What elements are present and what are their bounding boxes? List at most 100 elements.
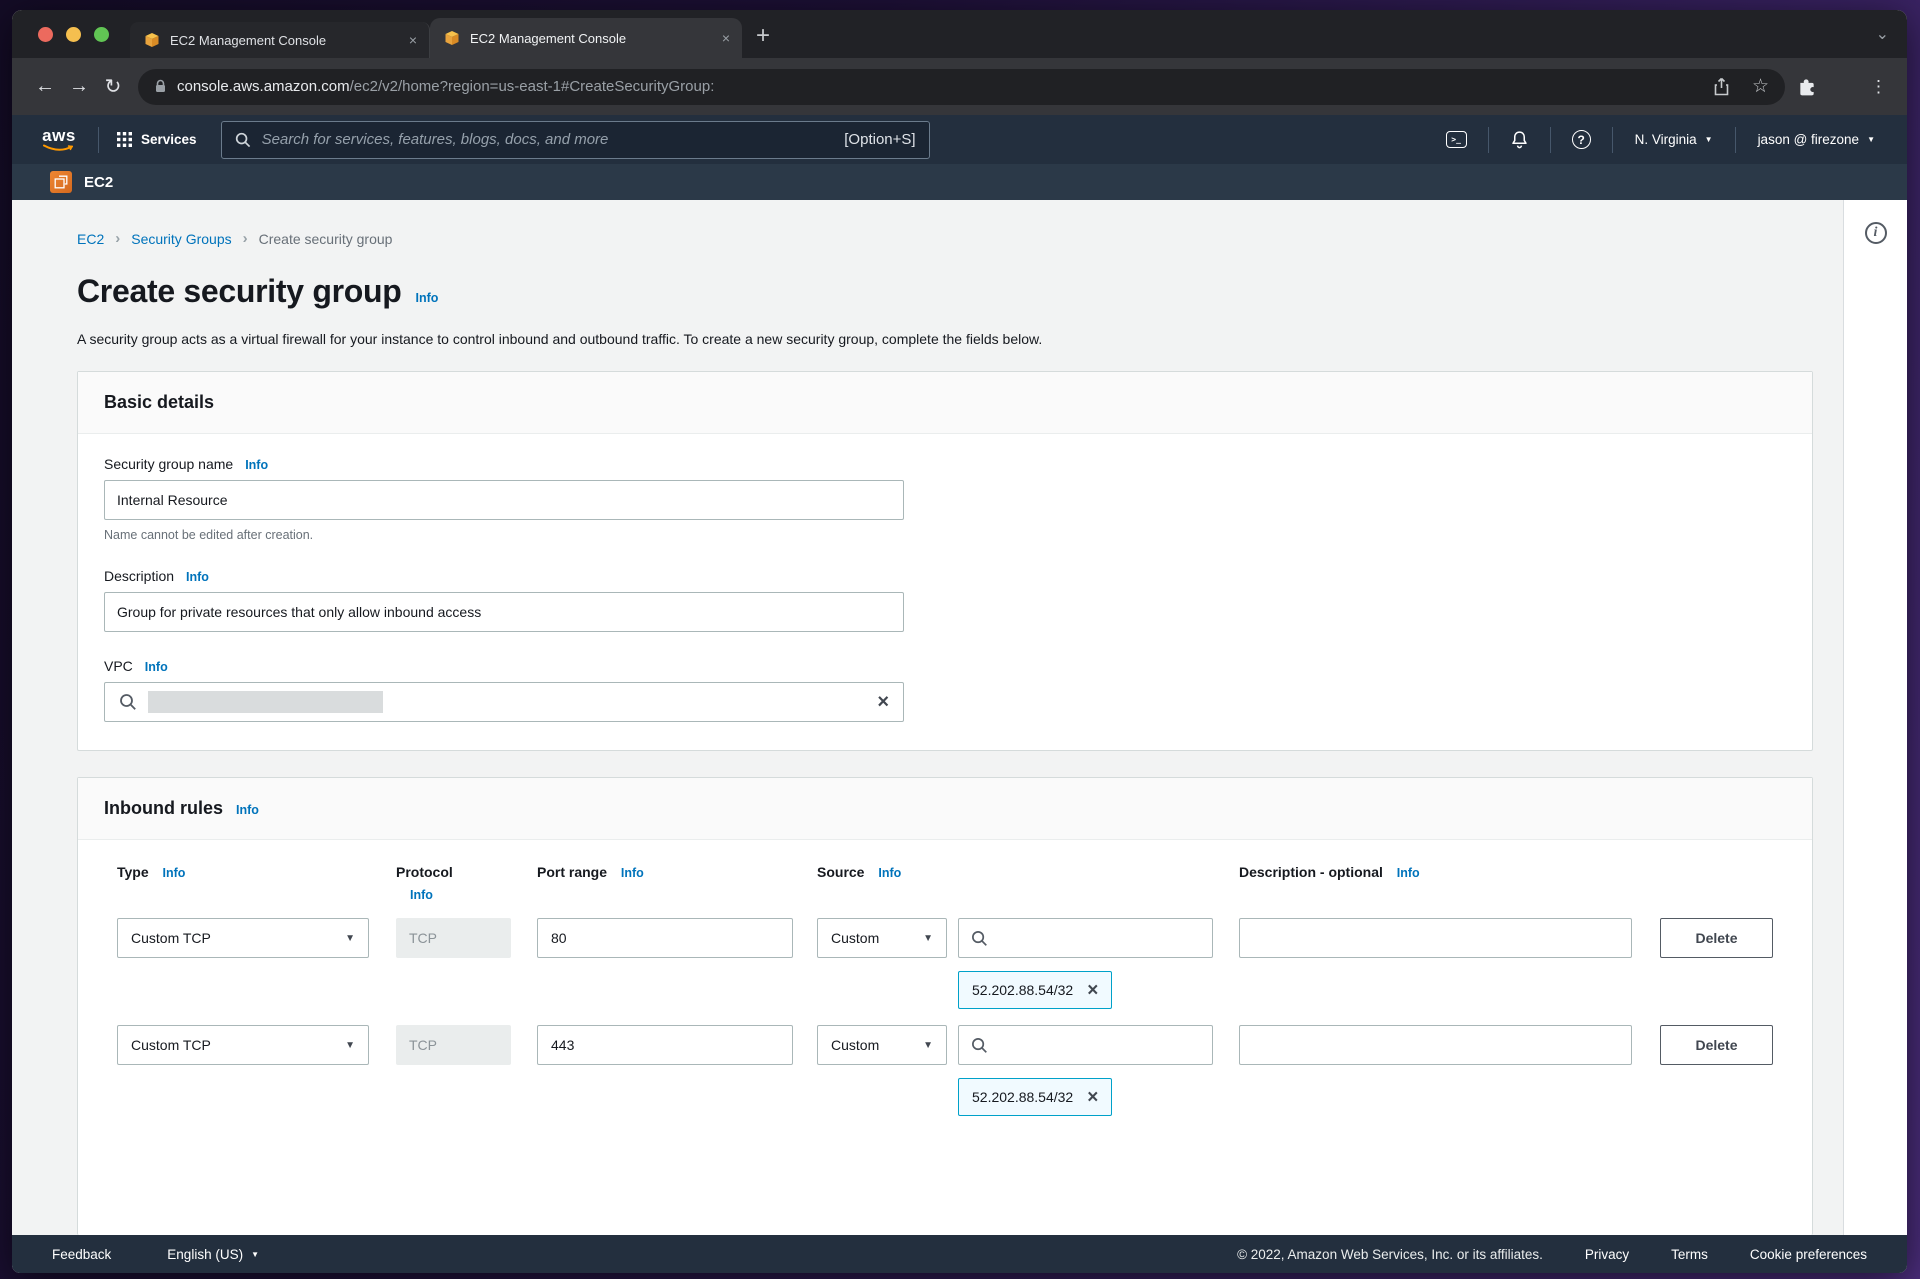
- description-info-link[interactable]: Info: [1397, 866, 1420, 880]
- type-select-2[interactable]: Custom TCP ▼: [117, 1025, 369, 1065]
- vpc-select[interactable]: ×: [104, 682, 904, 722]
- ec2-service-icon[interactable]: [50, 171, 72, 193]
- source-info-link[interactable]: Info: [878, 866, 901, 880]
- close-window-button[interactable]: [38, 27, 53, 42]
- extensions-puzzle-icon[interactable]: [1797, 77, 1817, 97]
- port-range-header-label: Port range: [537, 864, 607, 880]
- vpc-group: VPC Info ×: [104, 658, 1786, 722]
- clear-vpc-icon[interactable]: ×: [877, 692, 889, 712]
- close-tab-icon[interactable]: ×: [409, 33, 417, 47]
- aws-search-box[interactable]: Search for services, features, blogs, do…: [221, 121, 930, 159]
- close-tab-icon[interactable]: ×: [722, 31, 730, 45]
- bell-icon: [1510, 130, 1529, 149]
- basic-details-card: Basic details Security group name Info N…: [77, 371, 1813, 751]
- delete-rule-button-2[interactable]: Delete: [1660, 1025, 1773, 1065]
- breadcrumb-ec2-link[interactable]: EC2: [77, 231, 104, 247]
- address-bar[interactable]: console.aws.amazon.com/ec2/v2/home?regio…: [138, 69, 1785, 105]
- question-mark-icon: ?: [1572, 130, 1591, 149]
- inbound-rules-info-link[interactable]: Info: [236, 803, 259, 817]
- source-search-input-2[interactable]: [958, 1025, 1213, 1065]
- description-info-link[interactable]: Info: [186, 570, 209, 584]
- remove-cidr-icon[interactable]: ×: [1087, 1088, 1098, 1107]
- tab-search-chevron-icon[interactable]: ⌄: [1876, 24, 1889, 44]
- copyright-text: © 2022, Amazon Web Services, Inc. or its…: [1237, 1247, 1543, 1262]
- inbound-rules-header: Inbound rules Info: [78, 778, 1812, 840]
- port-range-info-link[interactable]: Info: [621, 866, 644, 880]
- info-circle-icon[interactable]: i: [1865, 222, 1887, 244]
- help-button[interactable]: ?: [1557, 130, 1606, 149]
- source-cidr-tag-1: 52.202.88.54/32 ×: [958, 971, 1112, 1009]
- name-label-row: Security group name Info: [104, 456, 1786, 472]
- bookmark-star-icon[interactable]: ☆: [1752, 75, 1769, 98]
- rule-description-input-2[interactable]: [1239, 1025, 1632, 1065]
- caret-down-icon: ▼: [345, 933, 355, 944]
- inbound-rules-card: Inbound rules Info Type Info Protocol In…: [77, 777, 1813, 1235]
- tab-ec2-console-2[interactable]: EC2 Management Console ×: [430, 18, 742, 58]
- aws-logo-text: aws: [42, 127, 76, 144]
- divider: [1550, 127, 1551, 153]
- back-button[interactable]: ←: [28, 70, 62, 104]
- rules-column-headers: Type Info Protocol Info Port range Info: [117, 864, 1788, 902]
- account-menu[interactable]: jason @ firezone ▼: [1742, 132, 1891, 147]
- cidr-value: 52.202.88.54/32: [972, 1089, 1073, 1105]
- protocol-header-label: Protocol: [396, 864, 453, 880]
- type-header-label: Type: [117, 864, 149, 880]
- language-selector[interactable]: English (US) ▼: [167, 1247, 259, 1262]
- notifications-button[interactable]: [1495, 130, 1544, 149]
- reload-button[interactable]: ↻: [96, 70, 130, 104]
- services-menu-button[interactable]: Services: [105, 132, 209, 147]
- profile-avatar[interactable]: [1831, 73, 1858, 100]
- description-label-row: Description Info: [104, 568, 1786, 584]
- tab-ec2-console-1[interactable]: EC2 Management Console ×: [130, 22, 430, 58]
- basic-details-body: Security group name Info Name cannot be …: [78, 434, 1812, 750]
- breadcrumb-security-groups-link[interactable]: Security Groups: [131, 231, 231, 247]
- terms-link[interactable]: Terms: [1671, 1247, 1708, 1262]
- zoom-window-button[interactable]: [94, 27, 109, 42]
- privacy-link[interactable]: Privacy: [1585, 1247, 1629, 1262]
- vpc-value-redacted: [148, 691, 383, 713]
- remove-cidr-icon[interactable]: ×: [1087, 981, 1098, 1000]
- page-title-row: Create security group Info: [77, 273, 1813, 310]
- ec2-service-label[interactable]: EC2: [84, 174, 113, 191]
- source-select-1[interactable]: Custom ▼: [817, 918, 947, 958]
- browser-menu-kebab-icon[interactable]: ⋮: [1866, 77, 1891, 97]
- description-input[interactable]: [104, 592, 904, 632]
- source-search-input-1[interactable]: [958, 918, 1213, 958]
- port-range-input-1[interactable]: [537, 918, 793, 958]
- rule-description-input-1[interactable]: [1239, 918, 1632, 958]
- source-value: Custom: [831, 1037, 879, 1053]
- cloudshell-button[interactable]: >_: [1431, 131, 1482, 148]
- chevron-right-icon: ›: [243, 230, 248, 247]
- aws-smile-icon: [42, 144, 76, 153]
- vpc-info-link[interactable]: Info: [145, 660, 168, 674]
- share-icon[interactable]: [1713, 77, 1730, 96]
- forward-button[interactable]: →: [62, 70, 96, 104]
- port-range-input-2[interactable]: [537, 1025, 793, 1065]
- region-selector[interactable]: N. Virginia ▼: [1619, 132, 1729, 147]
- breadcrumb-current: Create security group: [259, 231, 393, 247]
- source-header-label: Source: [817, 864, 864, 880]
- url-host: console.aws.amazon.com: [177, 78, 350, 95]
- tab-title: EC2 Management Console: [470, 31, 712, 46]
- source-tag-row-2: 52.202.88.54/32 ×: [958, 1078, 1788, 1116]
- security-group-name-input[interactable]: [104, 480, 904, 520]
- new-tab-button[interactable]: +: [756, 24, 770, 48]
- delete-rule-button-1[interactable]: Delete: [1660, 918, 1773, 958]
- aws-box-icon: [144, 32, 160, 48]
- navbar-right-cluster: >_ ? N. Virginia ▼ jason @ firezone: [1431, 127, 1891, 153]
- browser-tab-strip: EC2 Management Console × EC2 Management …: [12, 10, 1907, 58]
- feedback-button[interactable]: Feedback: [52, 1247, 111, 1262]
- type-info-link[interactable]: Info: [163, 866, 186, 880]
- aws-logo[interactable]: aws: [42, 127, 76, 153]
- type-select-1[interactable]: Custom TCP ▼: [117, 918, 369, 958]
- minimize-window-button[interactable]: [66, 27, 81, 42]
- protocol-info-link[interactable]: Info: [410, 888, 511, 902]
- cookie-preferences-link[interactable]: Cookie preferences: [1750, 1247, 1867, 1262]
- search-icon: [971, 1037, 988, 1054]
- source-select-2[interactable]: Custom ▼: [817, 1025, 947, 1065]
- type-column-header: Type Info: [117, 864, 369, 880]
- title-info-link[interactable]: Info: [415, 291, 438, 305]
- name-info-link[interactable]: Info: [245, 458, 268, 472]
- type-value: Custom TCP: [131, 1037, 211, 1053]
- browser-window: EC2 Management Console × EC2 Management …: [12, 10, 1907, 1273]
